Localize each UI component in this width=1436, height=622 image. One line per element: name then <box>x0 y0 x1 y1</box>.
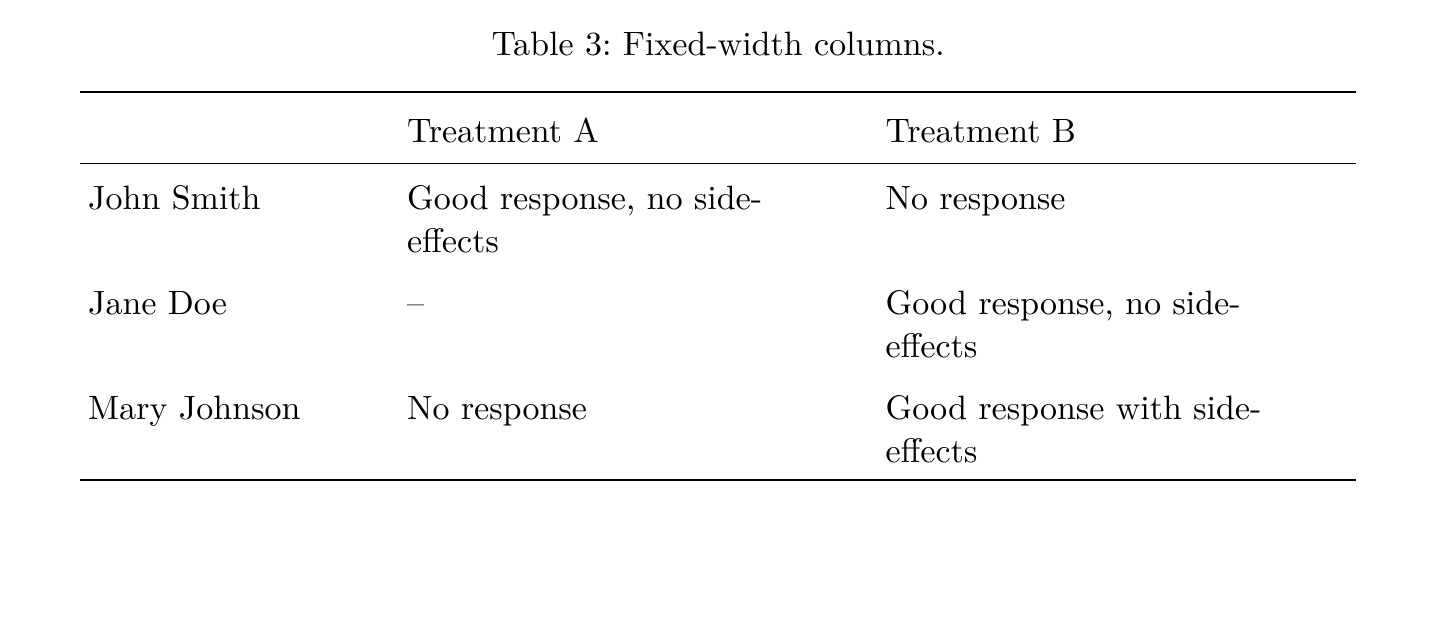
row-treatment-b: Good response, no side-effects <box>878 269 1357 374</box>
row-treatment-a: Good response, no side-effects <box>399 164 878 270</box>
row-treatment-b: Good response with side-effects <box>878 374 1357 480</box>
table-row: John Smith Good response, no side-effect… <box>80 164 1356 270</box>
row-treatment-a: No response <box>399 374 878 480</box>
table-container: Treatment A Treatment B John Smith Good … <box>80 91 1356 482</box>
table-caption: Table 3: Fixed-width columns. <box>40 20 1396 63</box>
table-row: Jane Doe – Good response, no side-effect… <box>80 269 1356 374</box>
header-treatment-a: Treatment A <box>399 92 878 164</box>
table-row: Mary Johnson No response Good response w… <box>80 374 1356 480</box>
document-page: Table 3: Fixed-width columns. Treatment … <box>0 0 1436 481</box>
header-treatment-b: Treatment B <box>878 92 1357 164</box>
table-header-row: Treatment A Treatment B <box>80 92 1356 164</box>
header-patient <box>80 92 399 164</box>
row-treatment-b: No response <box>878 164 1357 270</box>
row-name: Mary Johnson <box>80 374 399 480</box>
row-treatment-a: – <box>399 269 878 374</box>
treatment-table: Treatment A Treatment B John Smith Good … <box>80 91 1356 482</box>
row-name: John Smith <box>80 164 399 270</box>
row-name: Jane Doe <box>80 269 399 374</box>
